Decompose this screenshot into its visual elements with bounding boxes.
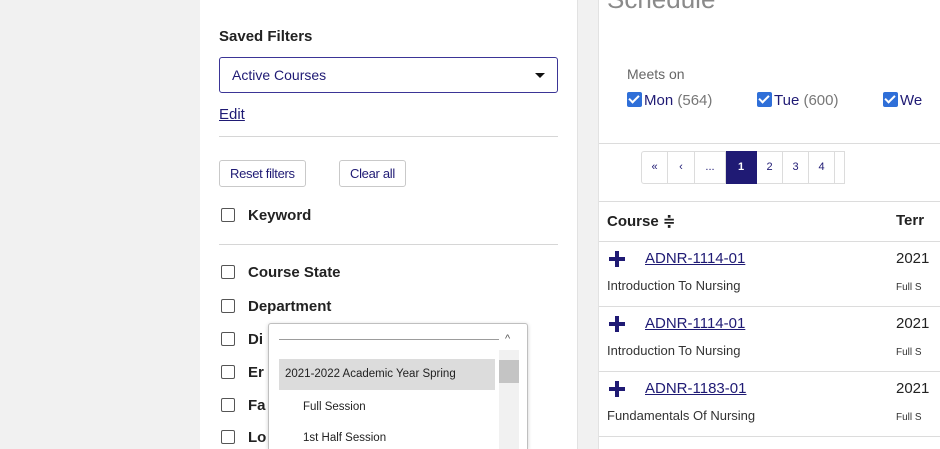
table-row: ADNR-1114-01 Introduction To Nursing 202… — [599, 307, 940, 372]
page-4-button[interactable]: 4 — [809, 151, 835, 184]
day-count: (600) — [803, 92, 839, 109]
facet-lo[interactable]: Lo — [221, 429, 266, 446]
facet-er[interactable]: Er — [221, 364, 264, 381]
facet-di[interactable]: Di — [221, 331, 263, 348]
dropdown-search-line — [279, 339, 499, 340]
day-label: Mon — [644, 92, 674, 109]
checkbox[interactable] — [221, 398, 235, 412]
facet-keyword[interactable]: Keyword — [221, 207, 311, 224]
page-prev-button[interactable]: ‹ — [668, 151, 695, 184]
course-code-link[interactable]: ADNR-1183-01 — [645, 380, 746, 397]
facet-label: Keyword — [248, 207, 312, 224]
checkbox[interactable] — [221, 332, 235, 346]
expand-plus-icon[interactable] — [609, 251, 625, 267]
checkbox-checked-icon[interactable] — [883, 92, 898, 107]
course-name: Introduction To Nursing — [607, 278, 741, 293]
divider — [219, 136, 558, 137]
course-term: 2021 — [896, 250, 930, 267]
course-code-link[interactable]: ADNR-1114-01 — [645, 315, 745, 332]
course-name: Introduction To Nursing — [607, 343, 741, 358]
checkbox-checked-icon[interactable] — [757, 92, 772, 107]
meets-on-label: Meets on — [627, 66, 685, 82]
dropdown-option-full-session[interactable]: Full Session — [303, 401, 366, 413]
saved-filter-value: Active Courses — [232, 67, 327, 83]
table-row: ADNR-1183-01 Fundamentals Of Nursing 202… — [599, 372, 940, 437]
divider — [219, 244, 558, 245]
dropdown-option-first-half[interactable]: 1st Half Session — [303, 432, 386, 444]
saved-filters-title: Saved Filters — [219, 28, 313, 45]
facet-label: Department — [248, 298, 332, 315]
page-ellipsis: ... — [695, 151, 726, 184]
facet-course-state[interactable]: Course State — [221, 264, 341, 281]
schedule-title: Schedule — [607, 0, 715, 15]
chevron-up-icon[interactable]: ^ — [505, 334, 517, 345]
facet-fa[interactable]: Fa — [221, 397, 266, 414]
dropdown-option-term[interactable]: 2021-2022 Academic Year Spring — [279, 359, 495, 390]
clear-all-button[interactable]: Clear all — [339, 160, 406, 187]
facet-label: Di — [248, 331, 263, 348]
facet-department[interactable]: Department — [221, 298, 331, 315]
day-filter-mon[interactable]: Mon (564) — [627, 92, 712, 109]
course-term: 2021 — [896, 380, 930, 397]
page-first-button[interactable]: « — [641, 151, 668, 184]
checkbox[interactable] — [221, 430, 235, 444]
term-dropdown[interactable]: ^ 2021-2022 Academic Year Spring Full Se… — [268, 323, 528, 449]
divider — [599, 143, 940, 144]
schedule-panel: Schedule Meets on Mon (564) Tue (600) We… — [598, 0, 940, 449]
facet-label: Course State — [248, 264, 341, 281]
table-row: ADNR-1114-01 Introduction To Nursing 202… — [599, 242, 940, 307]
expand-plus-icon[interactable] — [609, 316, 625, 332]
edit-filter-link[interactable]: Edit — [219, 106, 245, 123]
day-label: Tue — [774, 92, 800, 109]
column-header-term[interactable]: Terr — [896, 212, 924, 229]
caret-down-icon — [535, 73, 545, 78]
checkbox[interactable] — [221, 208, 235, 222]
day-label: We — [900, 92, 923, 109]
course-name: Fundamentals Of Nursing — [607, 408, 756, 423]
course-session: Full S — [896, 282, 922, 293]
day-filter-wed[interactable]: We — [883, 92, 922, 109]
saved-filter-select[interactable]: Active Courses — [219, 57, 558, 93]
page-3-button[interactable]: 3 — [783, 151, 809, 184]
page-2-button[interactable]: 2 — [757, 151, 783, 184]
course-session: Full S — [896, 412, 922, 423]
page-1-button[interactable]: 1 — [726, 151, 757, 184]
course-term: 2021 — [896, 315, 930, 332]
divider — [599, 201, 940, 202]
checkbox[interactable] — [221, 365, 235, 379]
day-filter-tue[interactable]: Tue (600) — [757, 92, 839, 109]
facet-label: Er — [248, 364, 264, 381]
scrollbar-thumb[interactable] — [499, 360, 519, 383]
expand-plus-icon[interactable] — [609, 381, 625, 397]
facet-label: Lo — [248, 429, 267, 446]
facet-label: Fa — [248, 397, 266, 414]
column-header-course[interactable]: Course ≑ — [607, 212, 675, 230]
reset-filters-button[interactable]: Reset filters — [219, 160, 306, 187]
checkbox-checked-icon[interactable] — [627, 92, 642, 107]
filter-panel: Saved Filters Active Courses Edit Reset … — [200, 0, 578, 449]
course-session: Full S — [896, 347, 922, 358]
checkbox[interactable] — [221, 299, 235, 313]
day-count: (564) — [677, 92, 713, 109]
page-next-button[interactable] — [835, 151, 845, 184]
checkbox[interactable] — [221, 265, 235, 279]
course-code-link[interactable]: ADNR-1114-01 — [645, 250, 745, 267]
